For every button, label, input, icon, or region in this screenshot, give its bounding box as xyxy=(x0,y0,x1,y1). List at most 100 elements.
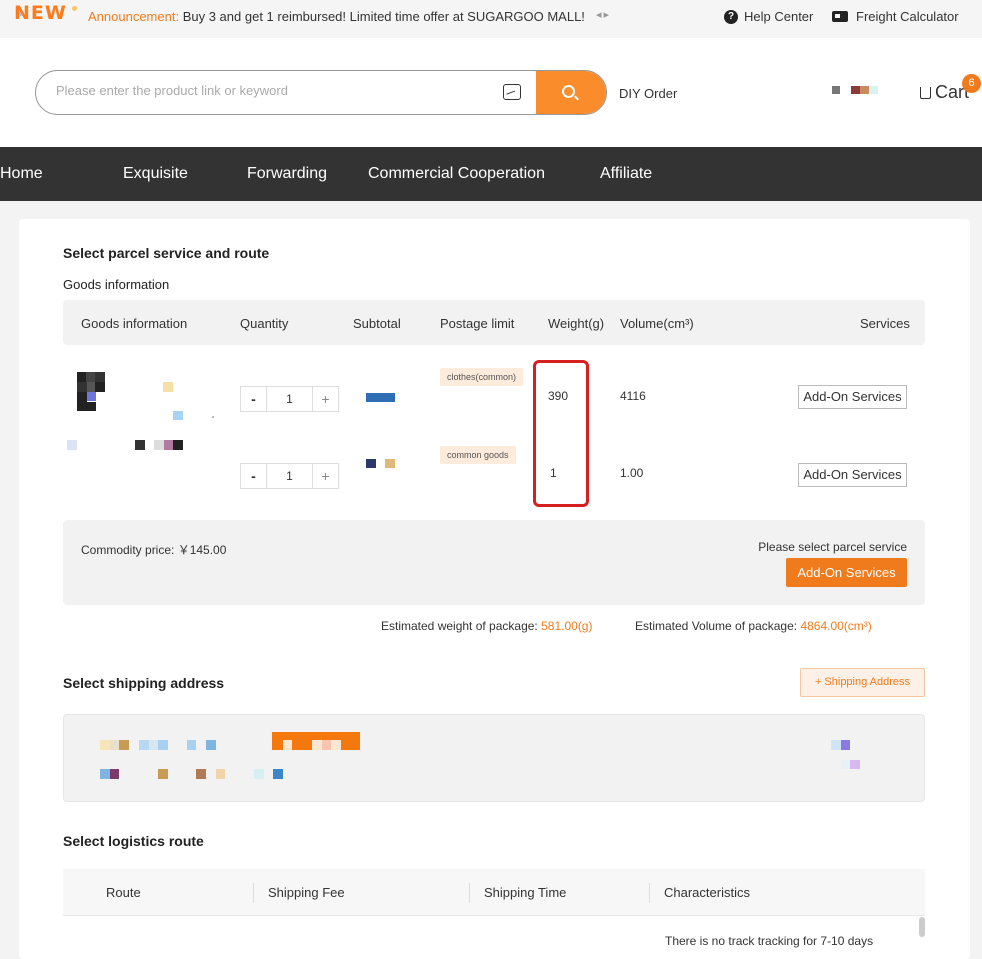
column-divider xyxy=(253,883,254,903)
decor-dot xyxy=(72,6,77,11)
address-pixel xyxy=(273,769,283,779)
add-on-services-button[interactable]: Add-On Services xyxy=(798,463,907,487)
address-pixel xyxy=(100,740,110,750)
address-pixel xyxy=(206,740,216,750)
quantity-value[interactable]: 1 xyxy=(267,387,312,411)
estimated-volume-value: 4864.00(cm³) xyxy=(800,619,872,633)
thumb-pixel xyxy=(173,411,183,420)
thumb-pixel xyxy=(95,372,105,382)
thumb-pixel xyxy=(154,440,164,450)
address-card[interactable] xyxy=(63,714,925,802)
announcement[interactable]: Announcement: Buy 3 and get 1 reimbursed… xyxy=(88,9,585,24)
address-pixel xyxy=(831,740,841,750)
column-shipping-fee: Shipping Fee xyxy=(268,885,345,900)
diy-order-link[interactable]: DIY Order xyxy=(619,86,677,101)
estimated-volume-label: Estimated Volume of package: xyxy=(635,619,798,633)
decrease-button[interactable]: - xyxy=(241,464,267,488)
nav-item-exquisite[interactable]: Exquisite xyxy=(123,165,188,183)
address-pixel xyxy=(283,740,292,750)
address-pixel xyxy=(100,769,110,779)
quantity-stepper: - 1 + xyxy=(240,463,339,489)
address-pixel xyxy=(110,740,119,750)
thumb-pixel xyxy=(77,382,87,392)
thumb-pixel xyxy=(163,382,173,392)
nav-item-forwarding[interactable]: Forwarding xyxy=(247,165,327,183)
address-pixel xyxy=(119,740,129,750)
announcement-arrows-icon[interactable]: ◂▸ xyxy=(596,8,611,21)
cart-count-badge: 6 xyxy=(962,74,981,93)
column-services: Services xyxy=(860,316,910,331)
address-pixel xyxy=(841,740,850,750)
announcement-text[interactable]: Buy 3 and get 1 reimbursed! Limited time… xyxy=(183,9,585,24)
quantity-value[interactable]: 1 xyxy=(267,464,312,488)
add-on-services-main-button[interactable]: Add-On Services xyxy=(786,558,907,587)
address-pixel xyxy=(331,740,341,750)
nav-item-home[interactable]: Home xyxy=(0,165,43,183)
column-postage-limit: Postage limit xyxy=(440,316,515,331)
add-on-services-button[interactable]: Add-On Services xyxy=(798,385,907,409)
address-pixel xyxy=(139,740,149,750)
postage-limit-tag: common goods xyxy=(440,446,516,464)
freight-calculator-label: Freight Calculator xyxy=(856,9,959,24)
subtotal-redacted xyxy=(385,459,395,468)
avatar-pixel xyxy=(869,86,878,94)
postage-limit-tag: clothes(common) xyxy=(440,368,524,386)
thumb-pixel xyxy=(86,372,95,382)
thumb-pixel xyxy=(135,440,145,450)
address-pixel xyxy=(149,740,158,750)
route-table-scrollbar[interactable] xyxy=(919,917,925,937)
help-center-label: Help Center xyxy=(744,9,814,24)
thumb-pixel xyxy=(173,440,183,450)
thumb-pixel xyxy=(77,372,86,382)
help-icon: ? xyxy=(724,9,738,24)
parcel-card: Select parcel service and route Goods in… xyxy=(19,219,970,959)
volume-value: 4116 xyxy=(620,389,646,403)
address-pixel xyxy=(850,760,860,769)
estimated-weight-label: Estimated weight of package: xyxy=(381,619,538,633)
thumb-pixel xyxy=(164,440,173,450)
help-center-link[interactable]: ? Help Center xyxy=(724,9,813,24)
subtotal-redacted xyxy=(366,393,395,402)
image-search-icon[interactable] xyxy=(503,84,521,100)
avatar-pixel xyxy=(860,86,869,94)
column-subtotal: Subtotal xyxy=(353,316,401,331)
avatar-pixel xyxy=(832,86,840,94)
decrease-button[interactable]: - xyxy=(241,387,267,411)
address-pixel xyxy=(254,769,264,779)
estimated-volume: Estimated Volume of package: 4864.00(cm³… xyxy=(635,619,872,633)
route-table-header: Route Shipping Fee Shipping Time Charact… xyxy=(63,869,925,916)
section-title-parcel: Select parcel service and route xyxy=(63,245,270,261)
search-input[interactable] xyxy=(56,83,476,98)
column-goods-information: Goods information xyxy=(81,316,188,331)
freight-calculator-link[interactable]: Freight Calculator xyxy=(832,9,959,24)
new-badge: NEW xyxy=(14,2,67,24)
estimated-weight: Estimated weight of package: 581.00(g) xyxy=(381,619,592,633)
column-divider xyxy=(649,883,650,903)
nav-item-commercial-cooperation[interactable]: Commercial Cooperation xyxy=(368,165,545,183)
increase-button[interactable]: + xyxy=(312,387,338,411)
column-characteristics: Characteristics xyxy=(664,885,750,900)
commodity-price: Commodity price: ￥145.00 xyxy=(81,541,226,558)
column-quantity: Quantity xyxy=(240,316,289,331)
main-nav: Home Exquisite Forwarding Commercial Coo… xyxy=(0,147,982,201)
nav-item-affiliate[interactable]: Affiliate xyxy=(600,165,652,183)
column-volume: Volume(cm³) xyxy=(620,316,694,331)
commodity-price-value: ￥145.00 xyxy=(177,543,227,557)
goods-info-subtitle: Goods information xyxy=(63,277,170,292)
search-button[interactable] xyxy=(536,71,606,114)
address-pixel xyxy=(841,760,850,769)
address-pixel xyxy=(216,769,225,779)
address-pixel xyxy=(312,740,322,750)
increase-button[interactable]: + xyxy=(312,464,338,488)
address-pixel xyxy=(322,740,331,750)
add-shipping-address-button[interactable]: + Shipping Address xyxy=(800,668,925,697)
quantity-stepper: - 1 + xyxy=(240,386,339,412)
section-title-logistics: Select logistics route xyxy=(63,833,204,849)
column-shipping-time: Shipping Time xyxy=(484,885,567,900)
subtotal-redacted xyxy=(366,459,376,468)
column-route: Route xyxy=(106,885,141,900)
address-pixel xyxy=(187,740,196,750)
thumb-pixel xyxy=(95,382,105,392)
search-icon xyxy=(562,85,575,98)
truck-icon xyxy=(832,11,848,22)
